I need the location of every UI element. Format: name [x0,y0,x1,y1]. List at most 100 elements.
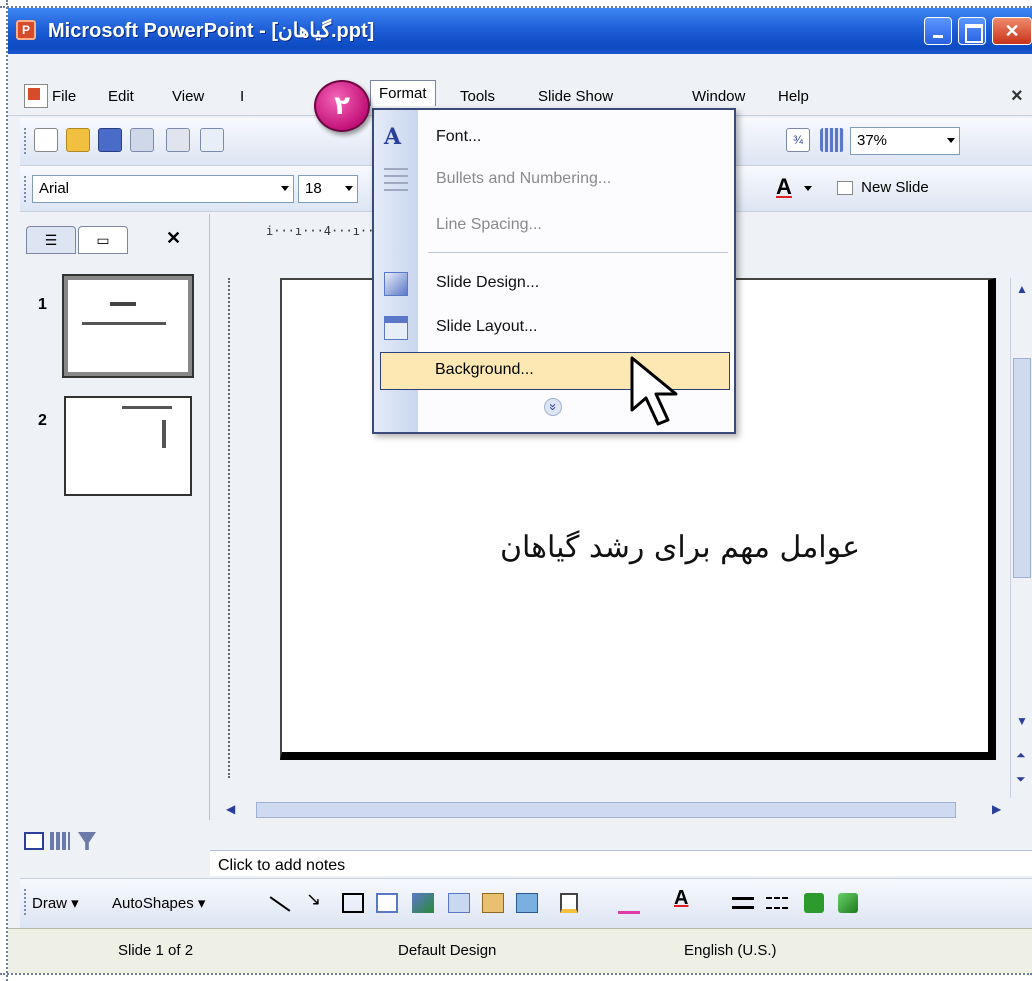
menu-slide-show[interactable]: Slide Show [538,88,613,105]
font-name-select[interactable]: Arial [32,175,294,203]
outline-tab[interactable]: ☰ [26,226,76,254]
powerpoint-app-icon[interactable]: P [16,20,36,40]
save-icon[interactable] [98,128,122,152]
previous-slide-icon[interactable]: ⏶ [1016,748,1026,763]
design-status: Default Design [398,942,497,959]
slide-thumbnail[interactable] [62,274,194,378]
spelling-icon[interactable] [200,128,224,152]
menu-help[interactable]: Help [778,88,809,105]
minimize-icon [925,18,951,44]
menu-item-line-spacing[interactable]: Line Spacing... [436,216,542,234]
chevron-down-icon[interactable] [804,186,812,191]
arrow-icon[interactable]: ↘ [306,889,321,910]
horizontal-scrollbar[interactable]: ◀ ▶ [216,800,1016,820]
zoom-select[interactable]: 37% [850,127,960,155]
notes-placeholder: Click to add notes [218,857,346,874]
menu-view[interactable]: View [172,88,204,105]
maximize-icon [959,18,985,44]
zoom-value: 37% [857,132,888,149]
vertical-scrollbar[interactable]: ▲ ▼ ⏶ ⏷ [1010,278,1032,798]
document-icon[interactable] [24,84,48,108]
font-color-icon[interactable]: A [776,174,792,200]
toolbar-grip[interactable] [24,176,27,202]
menu-item-font[interactable]: Font... [436,128,481,146]
shadow-style-icon[interactable] [804,893,824,913]
normal-view-icon[interactable] [24,832,44,850]
thumb-text-mark [162,420,166,448]
notes-pane[interactable]: Click to add notes [210,850,1032,876]
bullets-icon [384,168,408,192]
autoshapes-menu-button[interactable]: AutoShapes ▾ [112,894,205,912]
wordart-icon[interactable] [412,893,434,913]
step-number-badge: ۲ [314,80,370,132]
new-slide-icon [837,181,853,196]
slide-title-text[interactable]: عوامل مهم برای رشد گیاهان [400,530,960,565]
new-document-icon[interactable] [34,128,58,152]
close-pane-icon[interactable]: ✕ [166,228,181,249]
slide-show-icon[interactable] [78,832,96,850]
menu-window[interactable]: Window [692,88,745,105]
view-buttons [20,828,210,858]
title-bar: P Microsoft PowerPoint - [گیاهان.ppt] ✕ [8,8,1032,54]
minimize-button[interactable] [924,17,952,45]
scroll-up-icon[interactable]: ▲ [1016,282,1028,296]
drawing-toolbar: Draw ▾ AutoShapes ▾ ↘ A [20,878,1032,928]
line-style-icon[interactable] [732,897,754,909]
font-size-select[interactable]: 18 [298,175,358,203]
scroll-right-icon[interactable]: ▶ [992,802,1001,816]
font-color-icon[interactable]: A [674,887,688,910]
fill-color-icon[interactable] [560,893,578,913]
fraction-icon[interactable]: ¾ [786,128,810,152]
3d-style-icon[interactable] [838,893,858,913]
menu-separator [428,252,728,253]
toolbar-grip[interactable] [24,128,27,154]
picture-icon[interactable] [516,893,538,913]
slide-design-icon [384,272,408,296]
print-icon[interactable] [166,128,190,152]
toolbar-grip[interactable] [24,889,27,915]
mouse-pointer-icon [630,356,678,426]
open-folder-icon[interactable] [66,128,90,152]
line-color-icon[interactable] [618,911,640,914]
menu-format[interactable]: Format [370,80,436,106]
scroll-down-icon[interactable]: ▼ [1016,714,1028,728]
autoshapes-label: AutoShapes [112,895,194,912]
scrollbar-thumb[interactable] [256,802,956,818]
background-label: Background... [435,361,534,378]
dash-style-icon[interactable] [766,897,788,909]
status-bar: Slide 1 of 2 Default Design English (U.S… [8,928,1032,973]
menu-item-slide-design[interactable]: Slide Design... [436,274,539,292]
font-a-icon: A [384,124,402,150]
scrollbar-thumb[interactable] [1013,358,1031,578]
draw-menu-button[interactable]: Draw ▾ [32,894,79,912]
line-icon[interactable] [269,896,291,912]
close-document-icon[interactable]: × [1011,85,1023,108]
outline-tab-icon: ☰ [44,232,58,248]
slide-thumbnail[interactable] [64,396,192,496]
menu-item-slide-layout[interactable]: Slide Layout... [436,318,537,336]
menu-edit[interactable]: Edit [108,88,134,105]
new-slide-button[interactable]: New Slide [828,174,938,204]
next-slide-icon[interactable]: ⏷ [1016,772,1026,787]
menu-insert[interactable]: I [240,88,244,105]
diagram-icon[interactable] [448,893,470,913]
rectangle-icon[interactable] [342,893,364,913]
scroll-left-icon[interactable]: ◀ [226,802,235,816]
close-window-button[interactable]: ✕ [992,17,1032,45]
clip-art-icon[interactable] [482,893,504,913]
slide-sorter-icon[interactable] [50,832,70,850]
slide-layout-icon [384,316,408,340]
maximize-button[interactable] [958,17,986,45]
menu-item-bullets-numbering[interactable]: Bullets and Numbering... [436,170,611,188]
text-box-icon[interactable] [376,893,398,913]
thumb-text-mark [122,406,172,409]
permission-icon[interactable] [130,128,154,152]
slides-tab[interactable]: ▭ [78,226,128,254]
thumb-text-mark [82,322,166,325]
chevron-down-icon [345,186,353,191]
expand-menu-icon[interactable]: » [544,398,562,416]
menu-file[interactable]: File [52,88,76,105]
slide-number: 1 [38,296,47,313]
menu-tools[interactable]: Tools [460,88,495,105]
grid-icon[interactable] [820,128,844,152]
